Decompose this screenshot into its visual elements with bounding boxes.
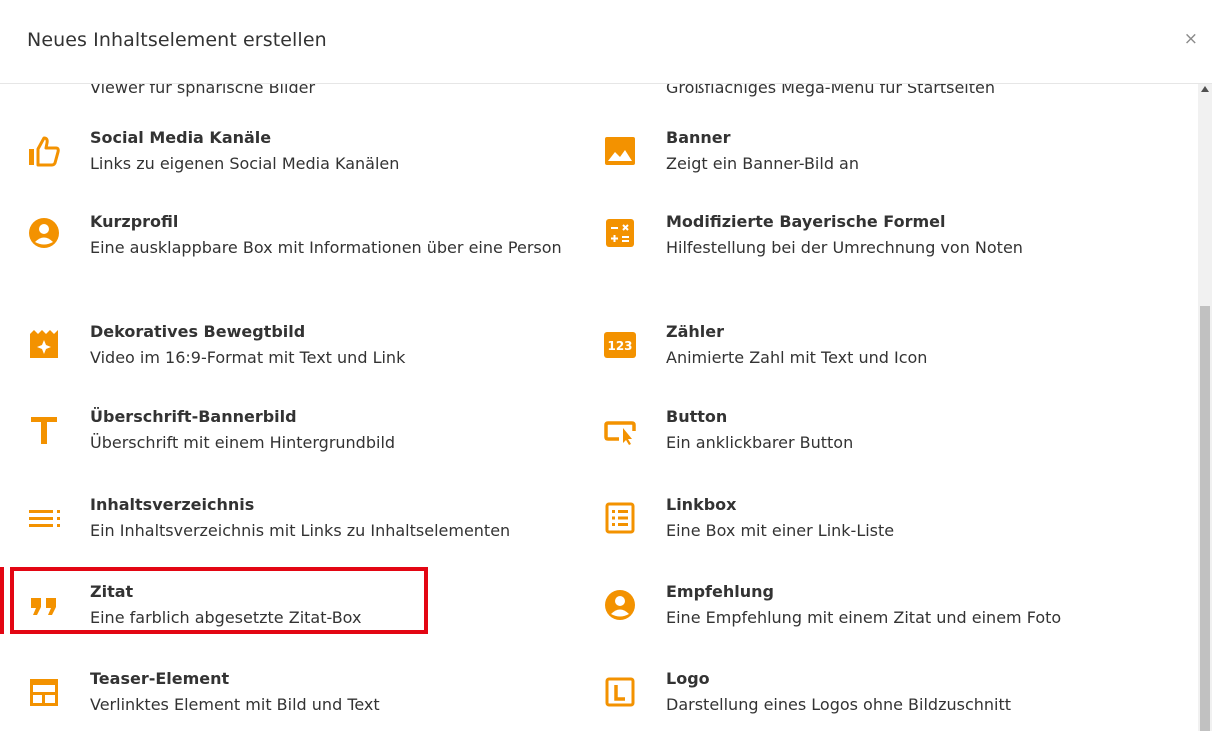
user-circle-icon <box>603 588 637 622</box>
item-title: Zähler <box>666 322 725 341</box>
item-description: Hilfestellung bei der Umrechnung von Not… <box>666 238 1023 257</box>
item-title: Empfehlung <box>666 582 774 601</box>
item-description: Eine Box mit einer Link-Liste <box>666 521 895 540</box>
item-title: Logo <box>666 669 710 688</box>
item-description: Eine farblich abgesetzte Zitat-Box <box>90 608 362 627</box>
item-title: Teaser-Element <box>90 669 230 688</box>
dialog-header: Neues Inhaltselement erstellen × <box>0 0 1212 84</box>
item-title: Button <box>666 407 728 426</box>
item-title: Überschrift-Bannerbild <box>90 407 297 426</box>
item-description: Verlinktes Element mit Bild und Text <box>90 695 380 714</box>
item-title: Dekoratives Bewegtbild <box>90 322 306 341</box>
item-description: Eine Empfehlung mit einem Zitat und eine… <box>666 608 1062 627</box>
thumbs-up-icon <box>27 134 61 168</box>
button-click-icon <box>603 413 637 447</box>
list-lines-icon <box>27 501 61 535</box>
item-title: Modifizierte Bayerische Formel <box>666 212 946 231</box>
dialog-title: Neues Inhaltselement erstellen <box>27 29 327 51</box>
list-box-icon <box>603 501 637 535</box>
item-description: Animierte Zahl mit Text und Icon <box>666 348 928 367</box>
teaser-layout-icon <box>27 675 61 709</box>
item-title: Linkbox <box>666 495 737 514</box>
scroll-up-arrow-icon[interactable] <box>1201 86 1209 92</box>
counter-icon-text: 123 <box>607 339 632 353</box>
item-description: Ein Inhaltsverzeichnis mit Links zu Inha… <box>90 521 511 540</box>
quote-icon <box>27 588 61 622</box>
item-description: Video im 16:9-Format mit Text und Link <box>90 348 406 367</box>
logo-l-icon <box>603 675 637 709</box>
item-title: Inhaltsverzeichnis <box>90 495 255 514</box>
highlight-marker <box>0 567 4 634</box>
item-description: Überschrift mit einem Hintergrundbild <box>90 433 396 452</box>
scrollbar[interactable] <box>1198 84 1212 731</box>
item-description: Darstellung eines Logos ohne Bildzuschni… <box>666 695 1012 714</box>
calculator-icon <box>603 216 637 250</box>
item-title: Kurzprofil <box>90 212 179 231</box>
heading-t-icon <box>27 413 61 447</box>
scrollbar-thumb[interactable] <box>1200 306 1210 731</box>
user-circle-icon <box>27 216 61 250</box>
item-description: Ein anklickbarer Button <box>666 433 854 452</box>
content-element-list: Viewer für sphärische Bilder Großflächig… <box>0 62 1198 731</box>
item-description: Zeigt ein Banner-Bild an <box>666 154 859 173</box>
item-title: Zitat <box>90 582 134 601</box>
close-icon[interactable]: × <box>1184 29 1198 49</box>
video-sparkle-icon <box>27 328 61 362</box>
item-title: Social Media Kanäle <box>90 128 272 147</box>
item-description: Links zu eigenen Social Media Kanälen <box>90 154 400 173</box>
image-icon <box>603 134 637 168</box>
item-description: Eine ausklappbare Box mit Informationen … <box>90 238 562 257</box>
counter-123-icon: 123 <box>603 328 637 362</box>
item-title: Banner <box>666 128 731 147</box>
